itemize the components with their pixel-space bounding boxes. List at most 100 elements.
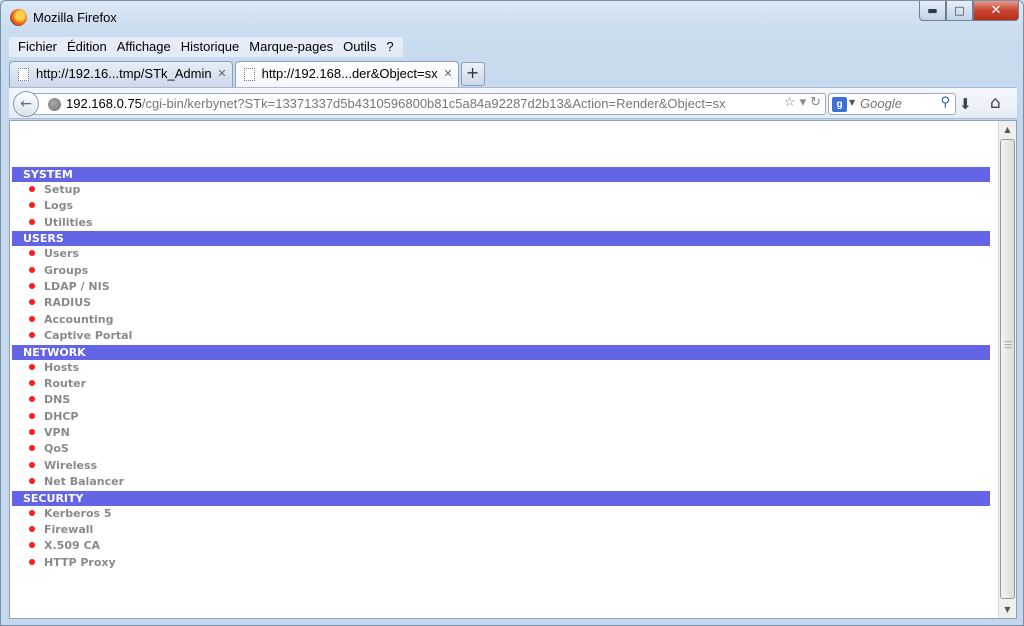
bullet-icon [29,266,35,273]
bullet-icon [29,542,35,549]
link-label: QoS [44,442,69,456]
menu-help[interactable]: ? [381,37,398,57]
bookmark-star-icon[interactable]: ☆ [784,95,796,110]
menu-link-ldap-nis[interactable]: LDAP / NIS [12,279,990,295]
url-path: /cgi-bin/kerbynet?STk=13371337d5b4310596… [141,96,726,111]
section-header-security: SECURITY [12,490,990,506]
menu-edition[interactable]: Édition [62,37,112,57]
window-title: Mozilla Firefox [33,10,117,25]
menu-link-http-proxy[interactable]: HTTP Proxy [12,555,990,571]
section-header-users: USERS [12,231,990,247]
tab-label: http://192.16...tmp/STk_Admin [36,66,212,81]
globe-icon [48,98,61,111]
tab-stk-admin[interactable]: http://192.16...tmp/STk_Admin ✕ [9,61,233,87]
link-label: X.509 CA [44,539,101,553]
scroll-thumb[interactable]: — — — [1000,139,1015,599]
menu-link-users[interactable]: Users [12,246,990,262]
bullet-icon [29,558,35,565]
menu-link-logs[interactable]: Logs [12,198,990,214]
users-menu-list: Users Groups LDAP / NIS RADIUS Accountin… [12,246,990,344]
search-input[interactable] [860,96,930,111]
bullet-icon [29,478,35,485]
engine-dropdown-icon[interactable]: ▼ [849,98,855,107]
url-text[interactable]: 192.168.0.75/cgi-bin/kerbynet?STk=133713… [66,96,726,111]
menu-link-kerberos-5[interactable]: Kerberos 5 [12,506,990,522]
menu-fichier[interactable]: Fichier [13,37,62,57]
menu-link-setup[interactable]: Setup [12,182,990,198]
tab-close-icon[interactable]: ✕ [443,62,452,86]
menu-link-dns[interactable]: DNS [12,392,990,408]
download-arrow-icon[interactable]: ⬇ [959,95,972,113]
close-button[interactable]: ✕ [973,1,1019,21]
link-label: Logs [44,199,73,213]
link-label: Kerberos 5 [44,506,112,520]
tab-bar: http://192.16...tmp/STk_Admin ✕ http://1… [9,61,485,87]
url-bar[interactable]: 192.168.0.75/cgi-bin/kerbynet?STk=133713… [31,93,826,115]
menu-link-dhcp[interactable]: DHCP [12,409,990,425]
scroll-up-arrow-icon[interactable]: ▲ [999,121,1016,138]
link-label: Users [44,247,79,261]
menu-link-x509-ca[interactable]: X.509 CA [12,538,990,554]
menu-link-radius[interactable]: RADIUS [12,295,990,311]
bullet-icon [29,218,35,225]
vertical-scrollbar[interactable]: ▲ — — — ▼ [998,121,1016,618]
bullet-icon [29,363,35,370]
link-label: HTTP Proxy [44,555,116,569]
minimize-button[interactable]: ▬ [919,1,946,21]
menu-link-groups[interactable]: Groups [12,263,990,279]
search-magnifier-icon[interactable]: ⚲ [940,95,950,110]
link-label: DNS [44,393,71,407]
url-host: 192.168.0.75 [66,96,142,111]
link-label: Captive Portal [44,329,133,343]
system-menu-list: Setup Logs Utilities [12,182,990,231]
menu-link-vpn[interactable]: VPN [12,425,990,441]
google-engine-icon[interactable]: g [832,97,847,112]
maximize-button[interactable]: □ [946,1,973,21]
tab-render-sx[interactable]: http://192.168...der&Object=sx ✕ [234,61,459,87]
menu-link-qos[interactable]: QoS [12,441,990,457]
link-label: Hosts [44,360,80,374]
firefox-logo-icon [10,9,27,26]
menu-affichage[interactable]: Affichage [112,37,176,57]
bullet-icon [29,396,35,403]
link-label: Net Balancer [44,475,124,489]
menu-link-captive-portal[interactable]: Captive Portal [12,328,990,344]
page-top-spacer [12,121,990,167]
link-label: Setup [44,183,81,196]
bullet-icon [29,461,35,468]
bullet-icon [29,526,35,533]
bullet-icon [29,509,35,516]
history-dropdown-icon[interactable]: ▾ [800,95,807,110]
menu-link-accounting[interactable]: Accounting [12,312,990,328]
scroll-down-arrow-icon[interactable]: ▼ [999,601,1016,618]
menu-link-utilities[interactable]: Utilities [12,215,990,231]
grip-icon: — — — [1004,337,1012,352]
menu-link-firewall[interactable]: Firewall [12,522,990,538]
new-tab-button[interactable]: + [460,62,485,86]
navigation-bar: ← 192.168.0.75/cgi-bin/kerbynet?STk=1337… [9,87,1017,119]
security-menu-list: Kerberos 5 Firewall X.509 CA HTTP Proxy [12,506,990,572]
home-icon[interactable]: ⌂ [990,93,1001,113]
menu-outils[interactable]: Outils [338,37,381,57]
tab-close-icon[interactable]: ✕ [217,62,226,86]
bullet-icon [29,299,35,306]
menu-link-hosts[interactable]: Hosts [12,360,990,376]
menu-link-router[interactable]: Router [12,376,990,392]
link-label: DHCP [44,409,79,423]
link-label: VPN [44,426,70,440]
menu-link-wireless[interactable]: Wireless [12,458,990,474]
link-label: RADIUS [44,296,92,310]
menu-link-net-balancer[interactable]: Net Balancer [12,474,990,490]
menu-marque-pages[interactable]: Marque-pages [244,37,338,57]
page-icon [243,68,255,81]
window-controls: ▬ □ ✕ [919,1,1019,23]
kerbynet-menu-page: SYSTEM Setup Logs Utilities USERS Users … [12,121,990,618]
back-arrow-icon[interactable]: ← [13,91,39,117]
link-label: Accounting [44,312,114,326]
section-header-system: SYSTEM [12,167,990,182]
reload-icon[interactable]: ↻ [810,95,821,110]
section-header-network: NETWORK [12,344,990,360]
menu-bar: Fichier Édition Affichage Historique Mar… [9,37,403,57]
link-label: Router [44,376,87,390]
menu-historique[interactable]: Historique [176,37,245,57]
